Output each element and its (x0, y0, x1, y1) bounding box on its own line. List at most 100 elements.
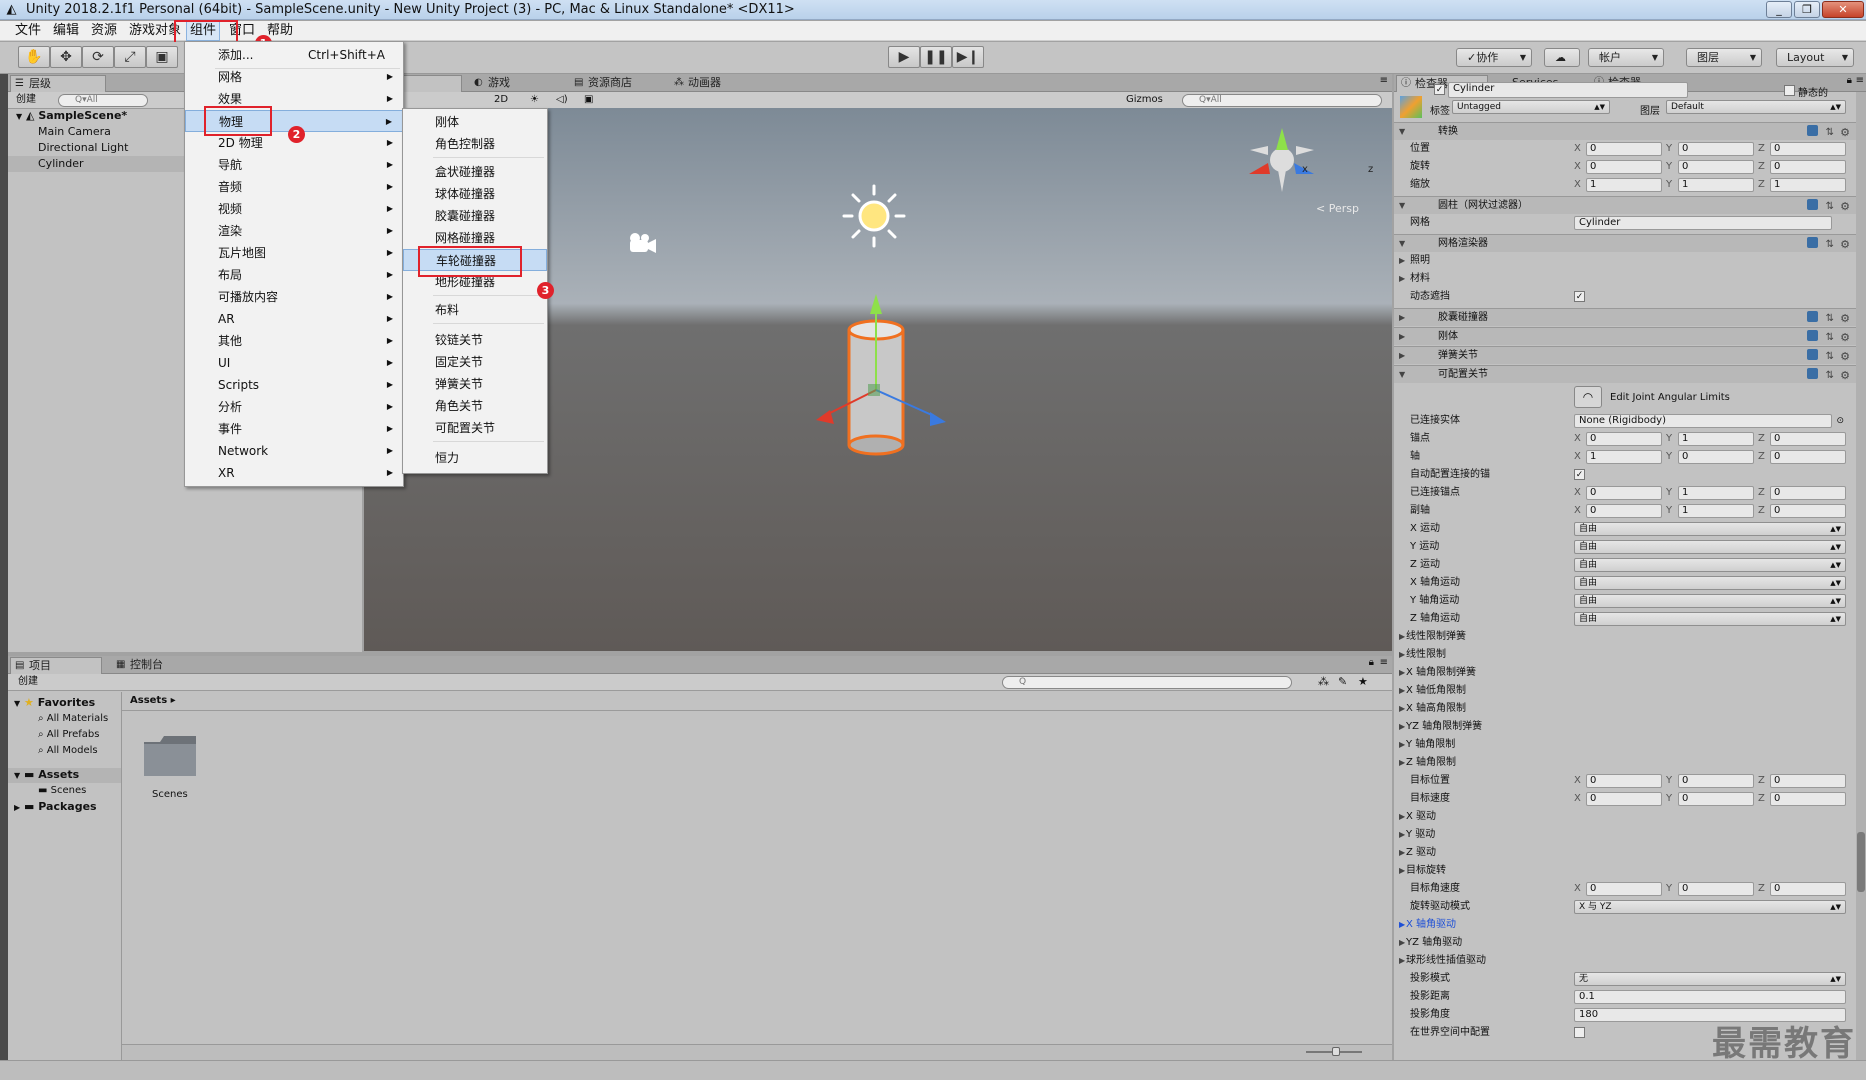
packages-row[interactable]: ▶ ▬ Packages (14, 800, 97, 815)
target-velocity-y-field[interactable]: Y0 (1666, 792, 1756, 806)
rotation-drive-mode-dropdown[interactable]: X 与 YZ ▲▼ (1574, 900, 1846, 914)
help-book-icon[interactable] (1807, 330, 1818, 341)
object-name-field[interactable]: Cylinder (1448, 82, 1688, 98)
menu-item-add[interactable]: 添加... Ctrl+Shift+A (185, 44, 403, 66)
z-motion-dropdown[interactable]: 自由 ▲▼ (1574, 558, 1846, 572)
tab-project[interactable]: ▤ 项目 (10, 657, 102, 674)
connected-anchor-x-field[interactable]: X0 (1574, 486, 1664, 500)
world-space-checkbox[interactable] (1574, 1027, 1585, 1038)
foldout-angular-x-drive[interactable]: ▶ X 轴角驱动 (1394, 916, 1856, 934)
preset-icon[interactable]: ⇅ (1826, 367, 1834, 385)
toggle-2d-button[interactable]: 2D (494, 92, 508, 108)
menu-item-constant-force[interactable]: 恒力 (403, 447, 547, 469)
object-picker-icon[interactable]: ⊙ (1836, 412, 1844, 430)
connected-body-field[interactable]: None (Rigidbody) (1574, 414, 1832, 428)
move-tool-icon[interactable]: ✥ (50, 46, 82, 68)
preset-icon[interactable]: ⇅ (1826, 348, 1834, 366)
favorite-star-icon[interactable]: ★ (1358, 674, 1368, 690)
menu-item-audio[interactable]: 音频 ▶ (185, 176, 403, 198)
lock-icon[interactable]: 🔒︎ (1847, 75, 1852, 86)
menu-item-video[interactable]: 视频 ▶ (185, 198, 403, 220)
foldout-target-rotation[interactable]: ▶ 目标旋转 (1394, 862, 1856, 880)
gear-icon[interactable]: ⚙ (1840, 329, 1850, 347)
rotate-tool-icon[interactable]: ⟳ (82, 46, 114, 68)
secondary-axis-y-field[interactable]: Y1 (1666, 504, 1756, 518)
component-mesh-renderer[interactable]: ▼ 网格渲染器 ⇅ ⚙ (1394, 234, 1856, 252)
favorite-all-models[interactable]: ⌕ All Models (38, 744, 98, 758)
panel-menu-icon[interactable]: ≡ (1380, 75, 1388, 86)
menu-item-character-controller[interactable]: 角色控制器 (403, 133, 547, 155)
step-button-icon[interactable]: ▶❙ (952, 46, 984, 68)
preset-icon[interactable]: ⇅ (1826, 310, 1834, 328)
menu-item-event[interactable]: 事件 ▶ (185, 418, 403, 440)
help-book-icon[interactable] (1807, 349, 1818, 360)
gear-icon[interactable]: ⚙ (1840, 348, 1850, 366)
filter-type-icon[interactable]: ⁂ (1318, 674, 1329, 690)
scene-search-input[interactable]: Q▾All (1182, 94, 1382, 107)
menu-item-scripts[interactable]: Scripts ▶ (185, 374, 403, 396)
pause-button-icon[interactable]: ❚❚ (920, 46, 952, 68)
menu-item-network[interactable]: Network ▶ (185, 440, 403, 462)
account-dropdown[interactable]: 帐户 ▼ (1588, 48, 1664, 67)
x-motion-dropdown[interactable]: 自由 ▲▼ (1574, 522, 1846, 536)
project-create-button[interactable]: 创建 (18, 674, 38, 690)
asset-folder-scenes[interactable] (142, 732, 198, 788)
y-motion-dropdown[interactable]: 自由 ▲▼ (1574, 540, 1846, 554)
projection-distance-field[interactable]: 0.1 (1574, 990, 1846, 1004)
menu-item-ui[interactable]: UI ▶ (185, 352, 403, 374)
component-transform[interactable]: ▼ 转换 ⇅ ⚙ (1394, 122, 1856, 140)
foldout-angular-yz-drive[interactable]: ▶ YZ 轴角驱动 (1394, 934, 1856, 952)
menu-item-box-collider[interactable]: 盒状碰撞器 (403, 161, 547, 183)
orientation-gizmo[interactable] (1249, 128, 1314, 192)
static-checkbox[interactable] (1784, 85, 1795, 96)
foldout-low-angular-x-limit[interactable]: ▶ X 轴低角限制 (1394, 682, 1856, 700)
persp-label[interactable]: < Persp (1316, 202, 1359, 215)
component-configurable-joint[interactable]: ▼ 可配置关节 ⇅ ⚙ (1394, 365, 1856, 383)
preset-icon[interactable]: ⇅ (1826, 329, 1834, 347)
anchor-z-field[interactable]: Z0 (1758, 432, 1848, 446)
audio-toggle-icon[interactable]: ◁) (556, 92, 568, 108)
anchor-x-field[interactable]: X0 (1574, 432, 1664, 446)
menu-item-character-joint[interactable]: 角色关节 (403, 395, 547, 417)
favorite-all-materials[interactable]: ⌕ All Materials (38, 712, 108, 726)
materials-foldout[interactable]: ▶ 材料 (1394, 270, 1856, 288)
play-button-icon[interactable]: ▶ (888, 46, 920, 68)
gear-icon[interactable]: ⚙ (1840, 367, 1850, 385)
scale-y-field[interactable]: Y1 (1666, 178, 1756, 192)
hierarchy-search-input[interactable]: Q▾All (58, 94, 148, 107)
foldout-z-drive[interactable]: ▶ Z 驱动 (1394, 844, 1856, 862)
menu-edit[interactable]: 编辑 (50, 21, 82, 41)
component-capsule-collider[interactable]: ▶ 胶囊碰撞器 ⇅ ⚙ (1394, 308, 1856, 326)
dynamic-occluded-checkbox[interactable]: ✓ (1574, 291, 1585, 302)
rotation-x-field[interactable]: X0 (1574, 160, 1664, 174)
inspector-scrollbar[interactable] (1856, 92, 1866, 1060)
panel-menu-icon[interactable]: ≡ (1380, 657, 1388, 668)
menu-item-rendering[interactable]: 渲染 ▶ (185, 220, 403, 242)
layout-dropdown[interactable]: Layout ▼ (1776, 48, 1854, 67)
axis-x-field[interactable]: X1 (1574, 450, 1664, 464)
help-book-icon[interactable] (1807, 125, 1818, 136)
layers-dropdown[interactable]: 图层 ▼ (1686, 48, 1762, 67)
zoom-slider-thumb[interactable] (1332, 1047, 1340, 1056)
scale-x-field[interactable]: X1 (1574, 178, 1664, 192)
menu-item-sphere-collider[interactable]: 球体碰撞器 (403, 183, 547, 205)
favorites-row[interactable]: ▼ ★ Favorites (14, 696, 95, 711)
hierarchy-create-button[interactable]: 创建 (16, 92, 36, 108)
position-x-field[interactable]: X0 (1574, 142, 1664, 156)
tab-game[interactable]: ◐ 游戏 (470, 75, 550, 92)
angular-z-motion-dropdown[interactable]: 自由 ▲▼ (1574, 612, 1846, 626)
hand-tool-icon[interactable]: ✋ (18, 46, 50, 68)
foldout-y-drive[interactable]: ▶ Y 驱动 (1394, 826, 1856, 844)
gear-icon[interactable]: ⚙ (1840, 310, 1850, 328)
layer-dropdown[interactable]: Default ▲▼ (1666, 100, 1846, 114)
gizmos-dropdown[interactable]: Gizmos (1126, 92, 1163, 108)
target-velocity-z-field[interactable]: Z0 (1758, 792, 1848, 806)
menu-item-tilemap[interactable]: 瓦片地图 ▶ (185, 242, 403, 264)
menu-item-fixed-joint[interactable]: 固定关节 (403, 351, 547, 373)
target-angular-velocity-x-field[interactable]: X0 (1574, 882, 1664, 896)
target-position-z-field[interactable]: Z0 (1758, 774, 1848, 788)
menu-item-analytics[interactable]: 分析 ▶ (185, 396, 403, 418)
menu-item-ar[interactable]: AR ▶ (185, 308, 403, 330)
menu-item-spring-joint[interactable]: 弹簧关节 (403, 373, 547, 395)
component-mesh-filter[interactable]: ▼ 圆柱（网状过滤器） ⇅ ⚙ (1394, 196, 1856, 214)
